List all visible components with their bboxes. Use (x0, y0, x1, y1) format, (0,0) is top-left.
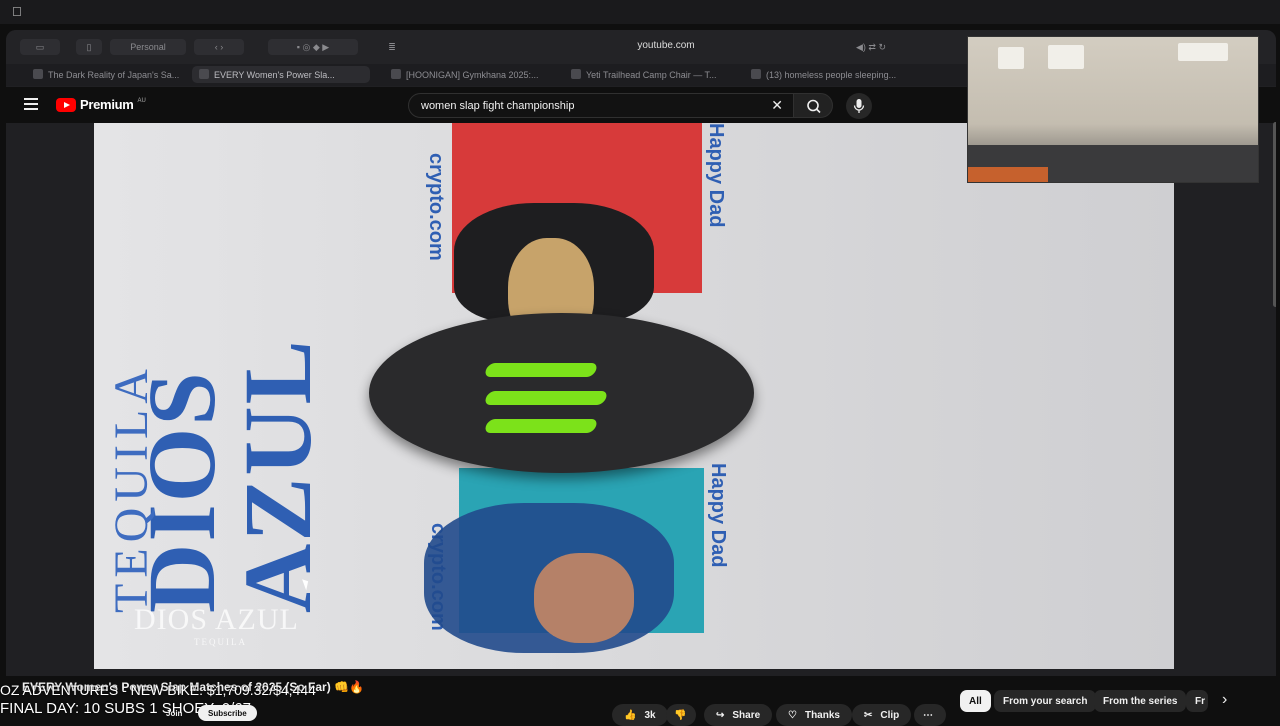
thanks-heart-icon: ♡ (788, 709, 797, 721)
favicon-icon (571, 69, 581, 79)
hamburger-menu-icon[interactable] (24, 98, 38, 110)
youtube-play-icon (56, 97, 76, 112)
favicon-icon (751, 69, 761, 79)
tab-yeti[interactable]: Yeti Trailhead Camp Chair — T... (564, 66, 734, 83)
sidebar-toggle-icon[interactable]: ▯ (76, 39, 102, 55)
search-input[interactable]: women slap fight championship ✕ (408, 93, 794, 118)
like-count: 3k (644, 709, 656, 721)
like-button[interactable]: 👍 3k (612, 704, 668, 726)
brand-sub-text: TEQUILA (105, 363, 158, 613)
video-player[interactable]: DIOS AZUL TEQUILA crypto.com Happy Dad c… (94, 123, 1174, 669)
country-code: AU (137, 97, 146, 104)
more-actions-button[interactable]: ⋯ (914, 704, 946, 726)
reader-icon[interactable]: ≣ (384, 39, 400, 55)
clip-button[interactable]: ✂ Clip (852, 704, 912, 726)
tab-japan[interactable]: The Dark Reality of Japan's Sa... (26, 66, 186, 83)
favicon-icon (391, 69, 401, 79)
panel-text-top: Happy Dad (705, 123, 727, 228)
search-icon (807, 99, 821, 114)
tab-slap-video[interactable]: EVERY Women's Power Sla... (192, 66, 370, 83)
video-watermark: DIOS AZUL TEQUILA (134, 603, 299, 647)
tab-homeless[interactable]: (13) homeless people sleeping... (744, 66, 914, 83)
apple-logo-icon[interactable]:  (12, 4, 22, 19)
panel-text-bottom: Happy Dad (707, 463, 729, 568)
logo-wordmark: Premium (80, 97, 134, 112)
youtube-logo[interactable]: Premium AU (56, 97, 146, 112)
stream-overlay-goal: OZ ADVENTURES - NEW BIKE: $1,709.32/$4,4… (0, 682, 316, 698)
chip-all[interactable]: All (960, 690, 991, 712)
watermark-main: DIOS AZUL (134, 603, 299, 636)
tab-overview-button[interactable]: ▭ (20, 39, 60, 55)
monster-claw-logo (483, 343, 616, 443)
audio-translate-reload-icons[interactable]: ◀) ⇄ ↻ (846, 39, 896, 55)
chip-truncated[interactable]: Fr (1186, 690, 1208, 712)
microphone-icon (853, 99, 865, 113)
search-query-text: women slap fight championship (421, 100, 575, 112)
more-dots-icon: ⋯ (923, 709, 933, 721)
chip-from-your-search[interactable]: From your search (994, 690, 1097, 712)
webcam-overlay (967, 36, 1259, 183)
dislike-button[interactable]: 👎 (666, 704, 696, 726)
watermark-sub: TEQUILA (194, 637, 247, 647)
profile-button[interactable]: Personal (110, 39, 186, 55)
clear-search-icon[interactable]: ✕ (771, 97, 783, 114)
favicon-icon (199, 69, 209, 79)
search-button[interactable] (793, 93, 833, 118)
subscribe-button[interactable]: Subscribe (198, 705, 257, 721)
chevron-right-icon[interactable]: › (1222, 691, 1227, 709)
profile-label: Personal (130, 42, 166, 52)
extensions-bar[interactable]: ▪ ◎ ◆ ▶ (268, 39, 358, 55)
video-meta-bar: EVERY Women's Power Slap Matches of 2025… (0, 676, 1280, 726)
fighter-bottom-head (534, 553, 634, 643)
voice-search-button[interactable] (846, 93, 872, 119)
favicon-icon (33, 69, 43, 79)
tab-hoonigan[interactable]: [HOONIGAN] Gymkhana 2025:... (384, 66, 552, 83)
page-scrollbar[interactable] (1273, 122, 1276, 307)
join-button[interactable]: Join (160, 705, 188, 721)
chip-from-the-series[interactable]: From the series (1094, 690, 1187, 712)
sponsor-text-top: crypto.com (425, 153, 447, 261)
share-button[interactable]: ↪ Share (704, 704, 773, 726)
macos-menu-bar:  (0, 0, 1280, 24)
share-icon: ↪ (716, 709, 725, 721)
address-bar[interactable]: youtube.com (566, 40, 766, 51)
thumbs-up-icon: 👍 (624, 709, 637, 721)
back-forward-buttons[interactable]: ‹ › (194, 39, 244, 55)
thanks-button[interactable]: ♡ Thanks (776, 704, 852, 726)
scissors-icon: ✂ (864, 709, 873, 721)
thumbs-down-icon: 👎 (674, 709, 687, 721)
